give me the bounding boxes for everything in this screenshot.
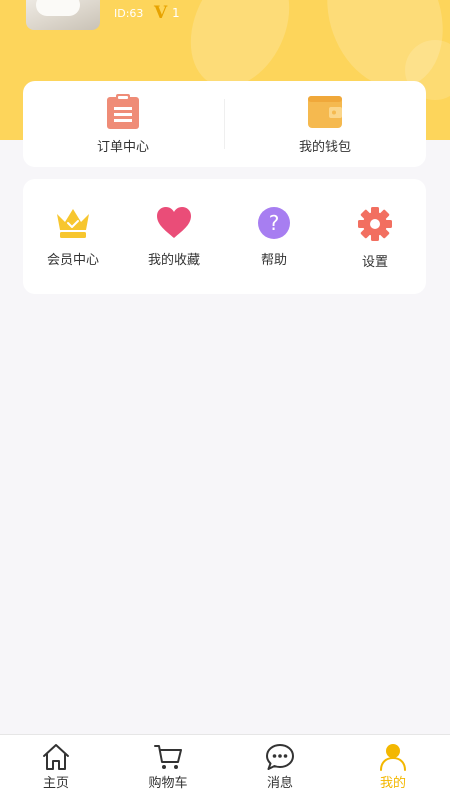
question-icon: ? <box>258 207 290 239</box>
order-center-label: 订单中心 <box>96 140 149 155</box>
heart-icon <box>157 207 191 238</box>
divider <box>224 99 225 149</box>
svg-text:?: ? <box>269 211 280 235</box>
person-icon <box>380 744 406 771</box>
settings-button[interactable]: 设置 <box>330 206 420 270</box>
home-icon <box>43 744 69 770</box>
help-label: 帮助 <box>260 253 287 268</box>
membership-center-button[interactable]: 会员中心 <box>28 206 118 268</box>
services-card: 会员中心 我的收藏 ? 帮助 设置 <box>23 179 426 294</box>
tab-cart[interactable]: 购物车 <box>123 743 213 791</box>
cart-icon <box>154 745 182 769</box>
settings-label: 设置 <box>361 255 388 270</box>
vip-badge-icon: V <box>154 3 168 23</box>
favorites-button[interactable]: 我的收藏 <box>129 206 219 268</box>
tab-home[interactable]: 主页 <box>11 743 101 791</box>
tab-home-label: 主页 <box>42 776 69 791</box>
tab-messages[interactable]: 消息 <box>235 743 325 791</box>
tab-messages-label: 消息 <box>266 776 293 791</box>
bottom-tab-bar: 主页 购物车 消息 我的 <box>0 734 450 801</box>
membership-center-label: 会员中心 <box>46 253 99 268</box>
order-center-button[interactable]: 订单中心 <box>63 94 183 155</box>
avatar[interactable] <box>26 0 100 30</box>
wallet-icon <box>308 96 342 128</box>
help-button[interactable]: ? 帮助 <box>229 206 319 268</box>
wallet-button[interactable]: 我的钱包 <box>265 94 385 155</box>
user-id: ID:63 <box>114 7 144 20</box>
tab-mine[interactable]: 我的 <box>348 743 438 791</box>
wallet-label: 我的钱包 <box>298 140 351 155</box>
tab-mine-label: 我的 <box>379 776 406 791</box>
gear-icon <box>358 207 392 241</box>
favorites-label: 我的收藏 <box>147 253 200 268</box>
quick-actions-card: 订单中心 我的钱包 <box>23 81 426 167</box>
tab-cart-label: 购物车 <box>148 776 188 791</box>
message-icon <box>266 744 294 770</box>
crown-icon <box>57 209 89 238</box>
vip-level: 1 <box>172 6 180 20</box>
clipboard-icon <box>107 94 139 129</box>
